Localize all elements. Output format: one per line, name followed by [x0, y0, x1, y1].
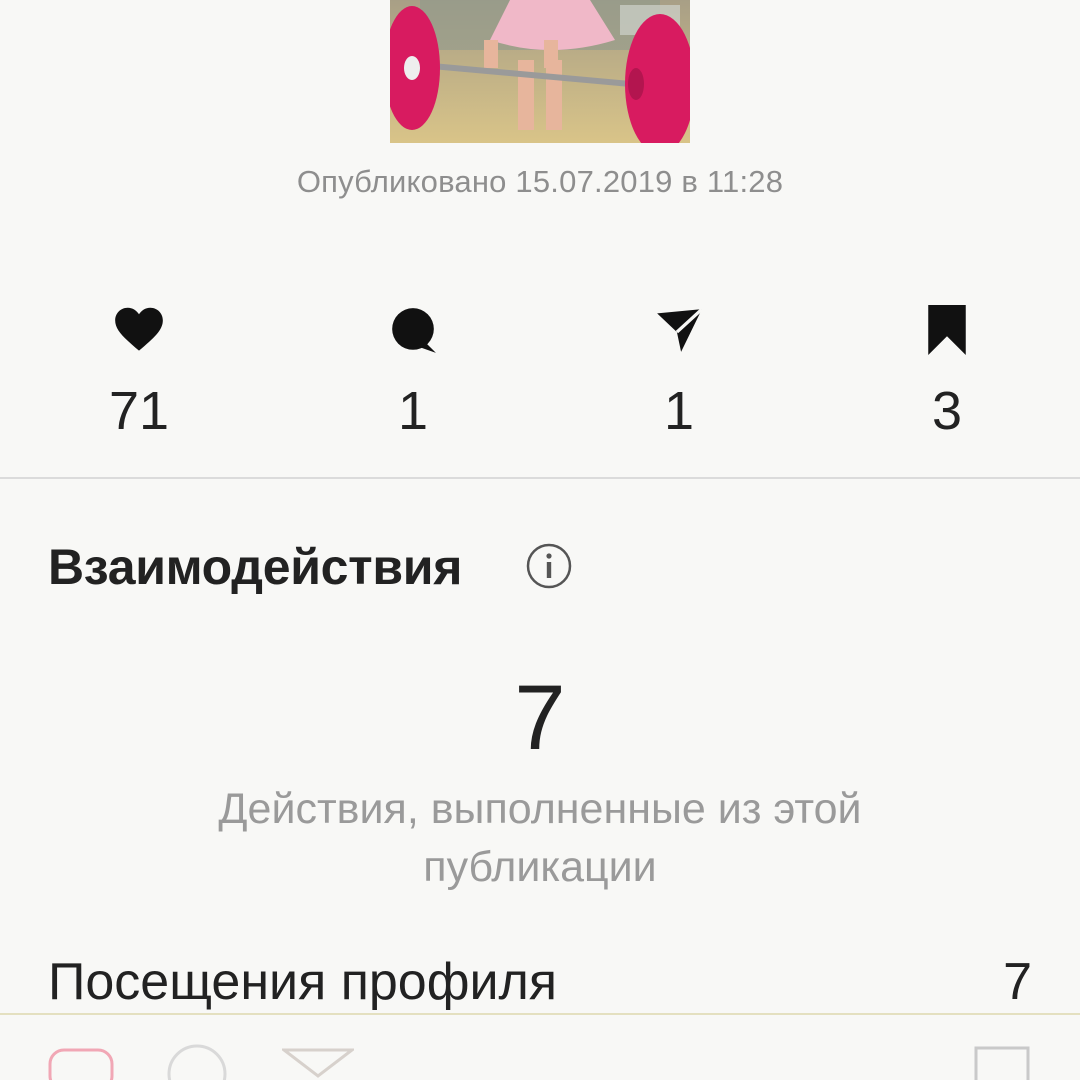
heart-icon: [111, 305, 167, 365]
info-icon[interactable]: [526, 543, 572, 589]
saves-stat: 3: [867, 305, 1027, 441]
likes-count: 71: [108, 381, 170, 441]
search-tab-icon[interactable]: [162, 1042, 232, 1080]
home-tab-icon[interactable]: [48, 1042, 114, 1080]
comments-count: 1: [397, 381, 429, 441]
saves-count: 3: [931, 381, 963, 441]
post-photo: [390, 0, 690, 143]
interactions-title: Взаимодействия: [48, 539, 463, 595]
comments-stat: 1: [333, 305, 493, 441]
profile-visits-value: 7: [1003, 953, 1032, 1011]
interactions-caption: Действия, выполненные из этой публикации: [218, 785, 862, 891]
comment-icon: [385, 305, 441, 365]
shares-stat: 1: [599, 305, 759, 441]
likes-stat: 71: [59, 305, 219, 441]
stats-row: 71 1 1 3: [0, 305, 1080, 445]
section-divider: [0, 477, 1080, 479]
profile-tab-icon[interactable]: [972, 1042, 1032, 1080]
profile-visits-label: Посещения профиля: [48, 953, 558, 1011]
interactions-total: 7: [514, 667, 566, 769]
bottom-tab-bar: [0, 1020, 1080, 1080]
post-thumbnail[interactable]: [390, 0, 690, 143]
published-date: Опубликовано 15.07.2019 в 11:28: [296, 164, 784, 199]
post-insights-screen: Опубликовано 15.07.2019 в 11:28 71 1 1 3…: [0, 0, 1080, 1080]
bookmark-icon: [919, 305, 975, 365]
send-icon: [651, 305, 707, 365]
activity-tab-icon[interactable]: [279, 1042, 357, 1080]
shares-count: 1: [663, 381, 695, 441]
bottom-divider: [0, 1013, 1080, 1015]
